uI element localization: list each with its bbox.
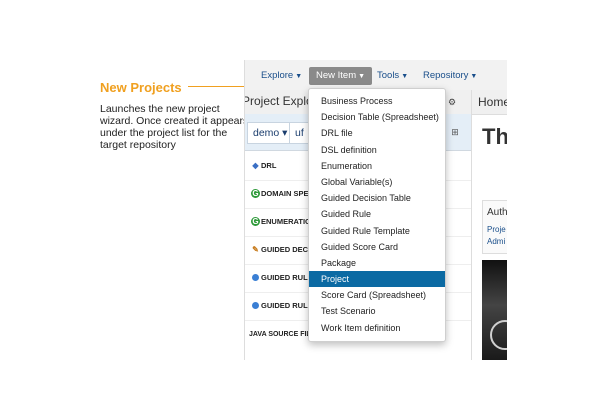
callout-description: Launches the new project wizard. Once cr…: [100, 103, 249, 151]
new-item-dropdown: Business Process Decision Table (Spreads…: [308, 88, 446, 342]
blue-dot-icon: [251, 301, 260, 310]
callout-title: New Projects: [100, 80, 182, 95]
repo-selector-label: uf: [295, 127, 304, 139]
caret-down-icon: ▼: [470, 73, 478, 80]
menu-item-guided-score-card[interactable]: Guided Score Card: [309, 239, 445, 255]
caret-down-icon: ▼: [401, 73, 409, 80]
video-thumbnail[interactable]: [482, 260, 507, 360]
menu-item-guided-rule-template[interactable]: Guided Rule Template: [309, 223, 445, 239]
caret-down-icon: ▼: [358, 73, 366, 80]
top-navbar: Explore ▼ New Item ▼ Tools ▼ Repository ▼: [245, 60, 507, 91]
menu-item-enumeration[interactable]: Enumeration: [309, 158, 445, 174]
nav-tools-label: Tools: [377, 70, 400, 81]
nav-explore-label: Explore: [261, 70, 294, 81]
home-panel: Home Th Auth Proje Admi: [472, 90, 507, 360]
green-circle-icon: G: [251, 189, 260, 198]
menu-item-business-process[interactable]: Business Process: [309, 93, 445, 109]
authoring-box: Auth Proje Admi: [482, 200, 507, 254]
pencil-icon: ✎: [252, 245, 259, 254]
menu-item-guided-rule[interactable]: Guided Rule: [309, 206, 445, 222]
menu-item-drl-file[interactable]: DRL file: [309, 125, 445, 141]
menu-item-work-item-definition[interactable]: Work Item definition: [309, 320, 445, 336]
menu-item-global-variables[interactable]: Global Variable(s): [309, 174, 445, 190]
menu-item-dsl-definition[interactable]: DSL definition: [309, 142, 445, 158]
tree-row-label: DOMAIN SPEC: [261, 189, 314, 198]
tree-row-label: GUIDED RULE: [261, 273, 313, 282]
blue-dot-icon: [251, 273, 260, 282]
play-icon[interactable]: [490, 320, 507, 350]
tree-row-label: GUIDED DECI: [261, 245, 311, 254]
tree-row-label: DRL: [261, 161, 277, 170]
project-link[interactable]: Proje: [487, 225, 506, 234]
caret-down-icon: ▼: [295, 73, 303, 80]
tree-row-label: ENUMERATIO: [261, 217, 311, 226]
menu-item-decision-table-spreadsheet[interactable]: Decision Table (Spreadsheet): [309, 109, 445, 125]
expand-icon[interactable]: ⊞: [449, 126, 461, 138]
nav-explore[interactable]: Explore ▼: [255, 67, 308, 85]
nav-new-item-label: New Item: [316, 70, 357, 81]
nav-tools[interactable]: Tools ▼: [371, 67, 414, 85]
home-tab[interactable]: Home: [472, 90, 507, 115]
gear-icon[interactable]: ⚙: [445, 95, 459, 109]
tree-row-label: GUIDED RULE: [261, 301, 313, 310]
drl-icon: ◆: [252, 161, 259, 170]
menu-item-test-scenario[interactable]: Test Scenario: [309, 303, 445, 319]
nav-new-item[interactable]: New Item ▼: [309, 67, 373, 85]
org-selector-label: demo: [253, 127, 280, 139]
admin-link[interactable]: Admi: [487, 237, 505, 246]
authoring-title: Auth: [487, 207, 507, 218]
home-heading: Th: [482, 124, 507, 149]
menu-item-guided-decision-table[interactable]: Guided Decision Table: [309, 190, 445, 206]
nav-repository-label: Repository: [423, 70, 469, 81]
nav-repository[interactable]: Repository ▼: [417, 67, 483, 85]
org-selector[interactable]: demo ▾: [247, 122, 293, 144]
green-circle-icon: G: [251, 217, 260, 226]
menu-item-project[interactable]: Project: [309, 271, 445, 288]
menu-item-score-card-spreadsheet[interactable]: Score Card (Spreadsheet): [309, 287, 445, 303]
menu-item-package[interactable]: Package: [309, 255, 445, 271]
